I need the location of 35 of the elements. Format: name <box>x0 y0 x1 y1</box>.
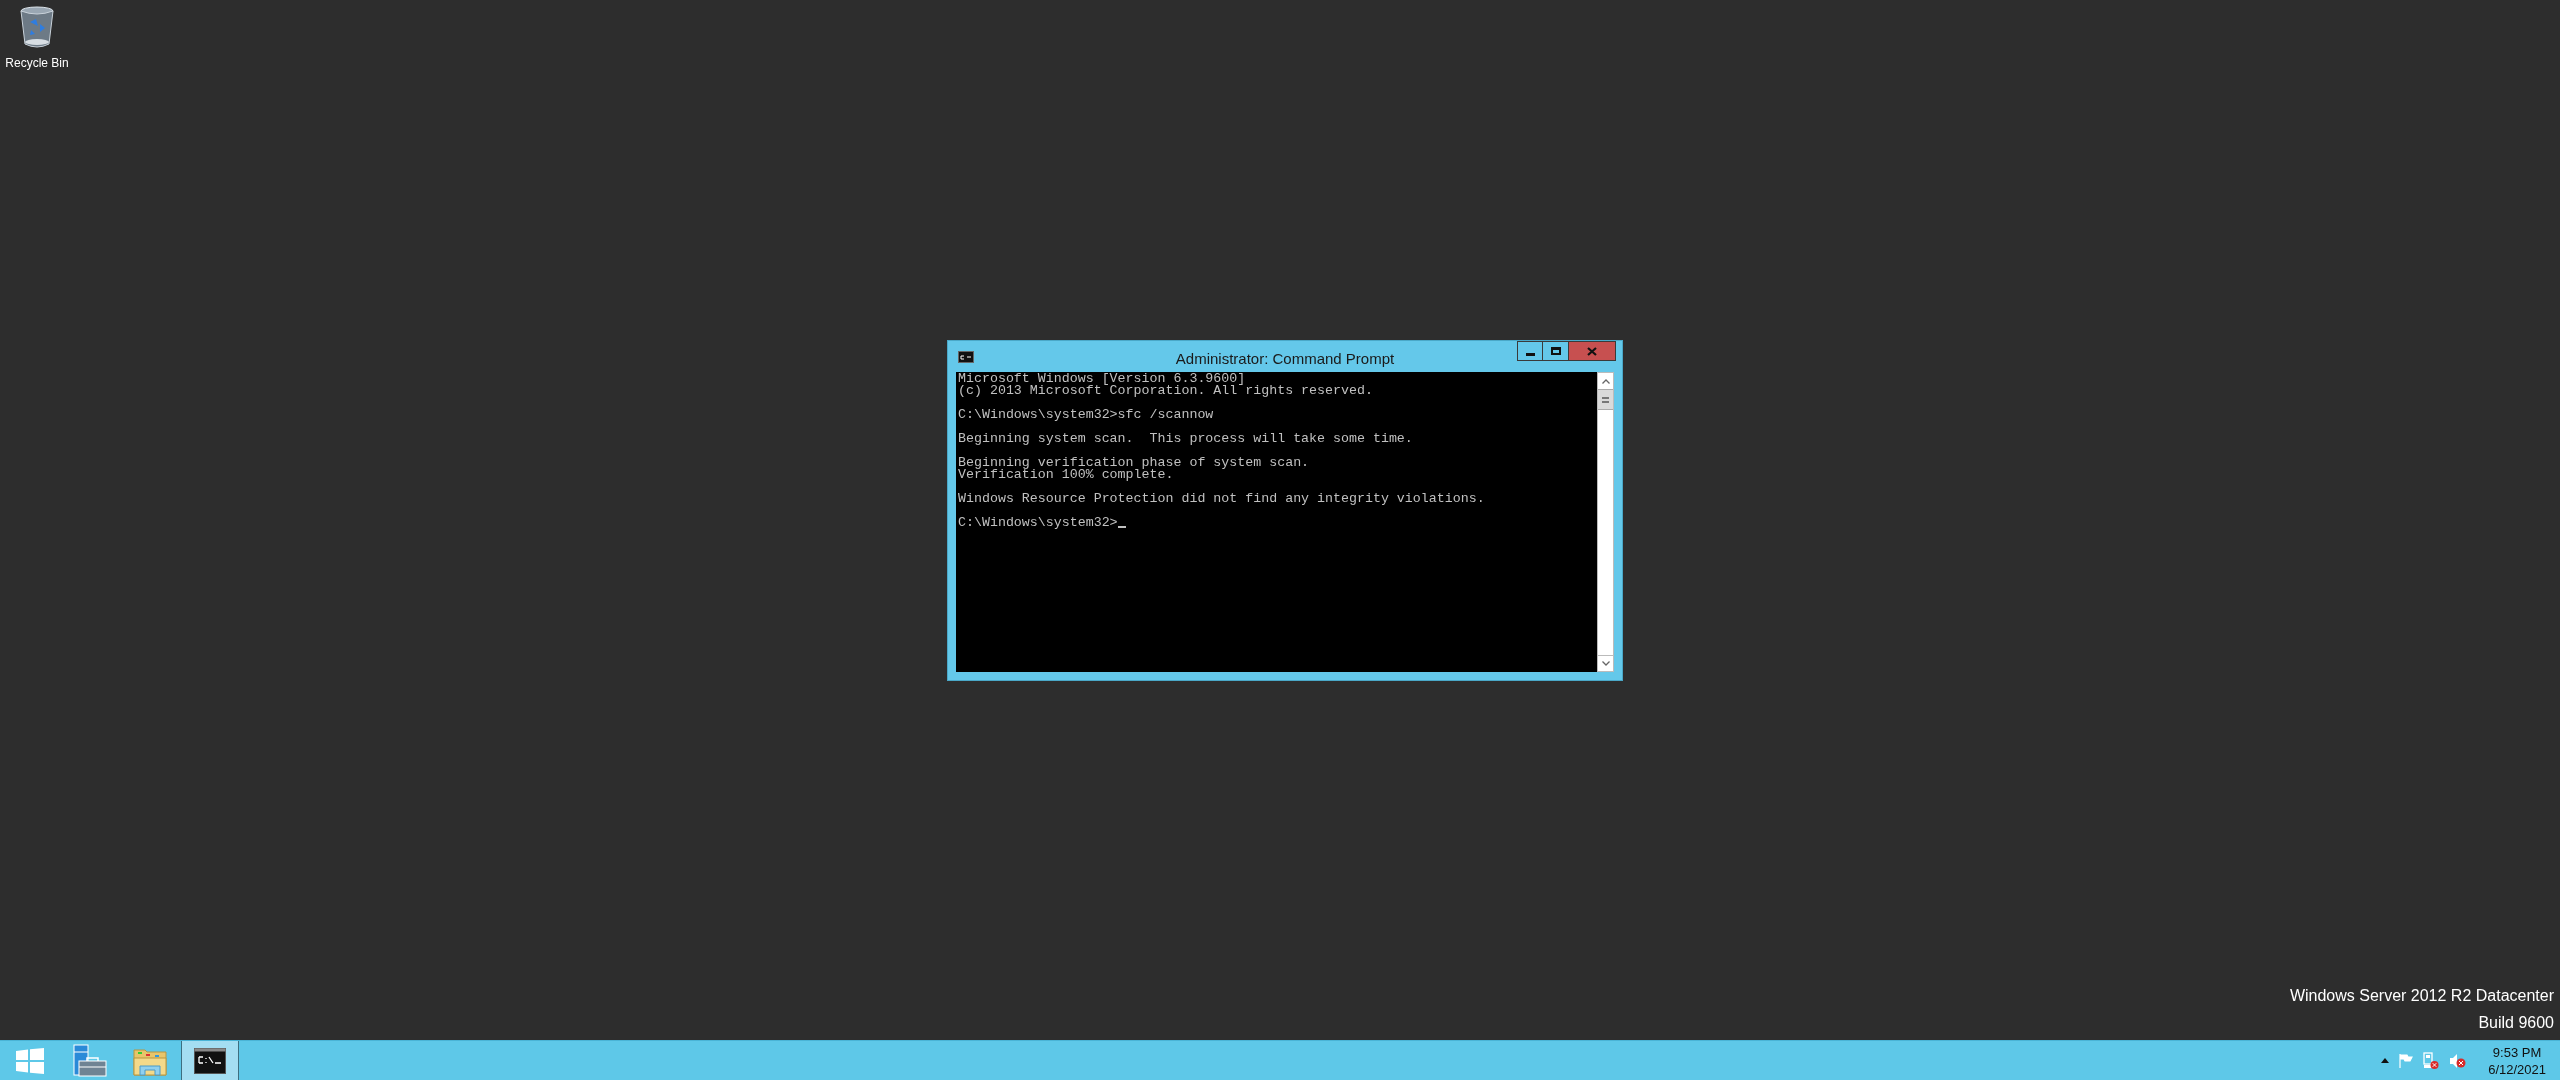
grip-icon <box>1602 396 1609 403</box>
chevron-up-icon <box>1601 378 1610 384</box>
chevron-down-icon <box>1601 661 1610 666</box>
edition-text: Build 9600 <box>2478 1013 2554 1033</box>
console-line: C:\Windows\system32>sfc /scannow <box>958 409 1214 421</box>
console-line: Beginning verification phase of system scan. <box>958 457 1310 469</box>
show-hidden-icons-icon[interactable] <box>2381 1058 2390 1063</box>
clock-time: 9:53 PM <box>2492 1043 2542 1061</box>
console-line: Verification 100% complete. <box>958 469 1174 481</box>
console-line: Windows Resource Protection did not find any integrity violations. <box>958 493 1485 505</box>
clock[interactable]: 9:53 PM 6/12/2021 <box>2488 1043 2546 1078</box>
edition-text: Windows Server 2012 R2 Datacenter <box>2289 986 2554 1006</box>
maximize-icon <box>1550 347 1561 355</box>
desktop-icon-label[interactable]: Recycle Bin <box>5 54 69 72</box>
window-title: Administrator: Command Prompt <box>1175 349 1395 369</box>
maximize-button[interactable] <box>1543 341 1569 361</box>
speaker-muted-icon <box>2449 1052 2467 1069</box>
console-line: C:\Windows\system32> <box>958 517 1118 529</box>
scroll-thumb[interactable] <box>1598 389 1613 410</box>
minimize-button[interactable] <box>1517 341 1543 361</box>
console-icon <box>194 1047 226 1074</box>
recycle-bin-icon <box>18 6 56 50</box>
console-icon <box>958 351 974 363</box>
windows-logo-icon <box>16 1047 44 1074</box>
console-line: Beginning system scan. This process will take some time. <box>958 433 1413 445</box>
server-toolbox-icon <box>73 1043 107 1078</box>
minimize-icon <box>1525 352 1535 356</box>
console-line: (c) 2013 Microsoft Corporation. All rights reserved. <box>958 385 1373 397</box>
console-line: Microsoft Windows [Version 6.3.9600] <box>958 373 1246 385</box>
close-icon <box>1587 346 1597 356</box>
network-error-icon <box>2423 1051 2440 1070</box>
clock-date: 6/12/2021 <box>2488 1060 2546 1078</box>
close-button[interactable] <box>1569 341 1616 361</box>
flag-icon <box>2399 1052 2414 1069</box>
taskbar-button[interactable] <box>181 1041 239 1080</box>
